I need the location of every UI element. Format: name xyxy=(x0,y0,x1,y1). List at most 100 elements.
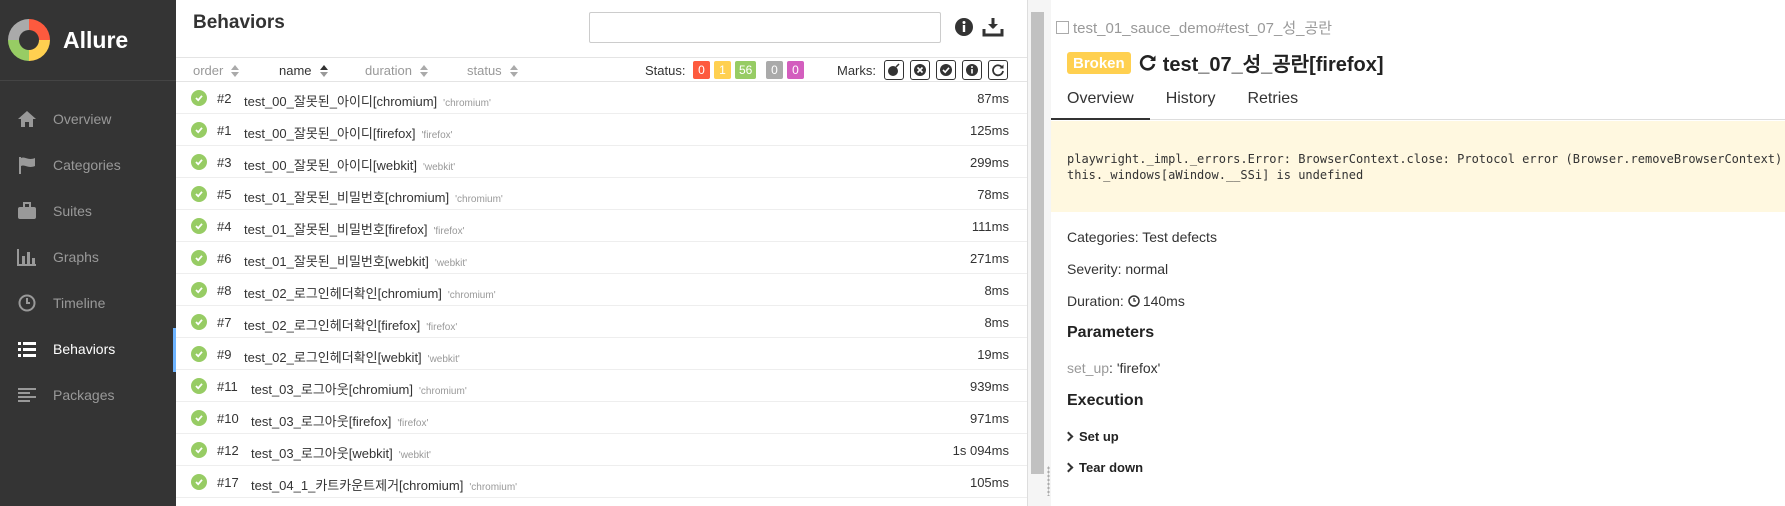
info-circle-icon[interactable] xyxy=(962,60,982,80)
passed-status-icon xyxy=(191,282,207,298)
breadcrumb[interactable]: test_01_sauce_demo#test_07_성_공란 xyxy=(1056,17,1332,38)
sort-name-label: name xyxy=(279,63,312,78)
row-title: test_03_로그아웃[chromium] 'chromium' xyxy=(251,379,467,398)
status-badge: Broken xyxy=(1067,51,1131,74)
tree-row[interactable]: #9 test_02_로그인헤더확인[webkit] 'webkit' 19ms xyxy=(176,338,1027,370)
row-duration: 299ms xyxy=(969,155,1009,170)
count-broken[interactable]: 1 xyxy=(714,61,731,79)
sidebar-item-label: Graphs xyxy=(53,249,99,265)
search-input[interactable] xyxy=(589,12,941,43)
row-duration: 105ms xyxy=(969,475,1009,490)
row-title: test_04_1_카트카운트제거[chromium] 'chromium' xyxy=(251,475,517,494)
passed-status-icon xyxy=(191,218,207,234)
passed-status-icon xyxy=(191,90,207,106)
clock-icon xyxy=(16,293,38,313)
sidebar-item-label: Timeline xyxy=(53,295,106,311)
row-title: test_01_잘못된_비밀번호[chromium] 'chromium' xyxy=(244,187,503,206)
tree-row[interactable]: #7 test_02_로그인헤더확인[firefox] 'firefox' 8ms xyxy=(176,306,1027,338)
tree-row[interactable]: #1 test_00_잘못된_아이디[firefox] 'firefox' 125ms xyxy=(176,114,1027,146)
tree-row[interactable]: #5 test_01_잘못된_비밀번호[chromium] 'chromium' 78… xyxy=(176,178,1027,210)
pane-splitter[interactable] xyxy=(1027,0,1051,506)
sort-order[interactable]: order xyxy=(193,63,240,78)
tree-row[interactable]: #6 test_01_잘못된_비밀번호[webkit] 'webkit' 271ms xyxy=(176,242,1027,274)
severity-line: Severity: normal xyxy=(1067,261,1168,277)
row-title: test_01_잘못된_비밀번호[firefox] 'firefox' xyxy=(244,219,465,238)
row-title: test_00_잘못된_아이디[webkit] 'webkit' xyxy=(244,155,455,174)
count-unknown[interactable]: 0 xyxy=(787,61,804,79)
sort-duration[interactable]: duration xyxy=(365,63,428,78)
sidebar-menu: Overview Categories Suites Graphs Timeli… xyxy=(0,81,176,418)
severity-value: normal xyxy=(1125,261,1169,277)
resize-grip-icon[interactable] xyxy=(1047,466,1050,496)
sidebar-item-overview[interactable]: Overview xyxy=(0,96,176,142)
sidebar-item-timeline[interactable]: Timeline xyxy=(0,280,176,326)
info-icon[interactable] xyxy=(953,16,975,38)
count-passed[interactable]: 56 xyxy=(735,61,757,79)
row-duration: 8ms xyxy=(984,283,1009,298)
brand[interactable]: Allure xyxy=(0,0,176,81)
row-order: #4 xyxy=(217,219,232,234)
sidebar-item-suites[interactable]: Suites xyxy=(0,188,176,234)
sort-name[interactable]: name xyxy=(279,63,328,78)
count-failed[interactable]: 0 xyxy=(693,61,710,79)
row-name: test_02_로그인헤더확인[chromium] xyxy=(244,286,442,301)
tab-retries[interactable]: Retries xyxy=(1231,82,1314,120)
row-order: #5 xyxy=(217,187,232,202)
list-icon xyxy=(16,339,38,359)
row-duration: 1s 094ms xyxy=(952,443,1009,458)
sidebar-item-categories[interactable]: Categories xyxy=(0,142,176,188)
parameter-value: 'firefox' xyxy=(1116,360,1161,376)
execution-setup[interactable]: Set up xyxy=(1063,429,1119,444)
tree-row[interactable]: #8 test_02_로그인헤더확인[chromium] 'chromium' 8ms xyxy=(176,274,1027,306)
sidebar: Allure Overview Categories Suites Graphs xyxy=(0,0,176,506)
tree-row[interactable]: #12 test_03_로그아웃[webkit] 'webkit' 1s 094ms xyxy=(176,434,1027,466)
parameters-heading: Parameters xyxy=(1067,324,1155,341)
passed-status-icon xyxy=(191,474,207,490)
row-order: #9 xyxy=(217,347,232,362)
check-circle-icon[interactable] xyxy=(936,60,956,80)
row-param: 'webkit' xyxy=(434,258,468,269)
row-name: test_02_로그인헤더확인[firefox] xyxy=(244,318,421,333)
row-param: 'chromium' xyxy=(443,98,491,109)
row-duration: 271ms xyxy=(969,251,1009,266)
scrollbar-thumb[interactable] xyxy=(1031,12,1044,474)
row-order: #12 xyxy=(217,443,239,458)
tree-row[interactable]: #17 test_04_1_카트카운트제거[chromium] 'chromium'… xyxy=(176,466,1027,498)
tree-row[interactable]: #11 test_03_로그아웃[chromium] 'chromium' 939ms xyxy=(176,370,1027,402)
sidebar-item-graphs[interactable]: Graphs xyxy=(0,234,176,280)
test-title-row: Broken test_07_성_공란[firefox] xyxy=(1067,48,1384,77)
row-name: test_01_잘못된_비밀번호[chromium] xyxy=(244,190,450,205)
count-skipped[interactable]: 0 xyxy=(766,61,783,79)
error-message: playwright._impl._errors.Error: BrowserC… xyxy=(1051,121,1785,212)
tree-row[interactable]: #3 test_00_잘못된_아이디[webkit] 'webkit' 299ms xyxy=(176,146,1027,178)
row-duration: 19ms xyxy=(977,347,1009,362)
refresh-icon[interactable] xyxy=(988,60,1008,80)
row-duration: 87ms xyxy=(977,91,1009,106)
row-order: #11 xyxy=(217,379,238,394)
passed-status-icon xyxy=(191,410,207,426)
row-order: #8 xyxy=(217,283,232,298)
page-title: Behaviors xyxy=(193,12,285,33)
tree-row[interactable]: #10 test_03_로그아웃[firefox] 'firefox' 971ms xyxy=(176,402,1027,434)
sort-status[interactable]: status xyxy=(467,63,518,78)
times-circle-icon[interactable] xyxy=(910,60,930,80)
row-duration: 78ms xyxy=(977,187,1009,202)
briefcase-icon xyxy=(16,201,38,221)
sidebar-item-packages[interactable]: Packages xyxy=(0,372,176,418)
copy-icon xyxy=(1056,21,1069,34)
row-name: test_02_로그인헤더확인[webkit] xyxy=(244,350,422,365)
tab-overview[interactable]: Overview xyxy=(1051,82,1150,120)
execution-teardown[interactable]: Tear down xyxy=(1063,460,1143,475)
tab-history[interactable]: History xyxy=(1150,82,1232,120)
tree-row[interactable]: #2 test_00_잘못된_아이디[chromium] 'chromium' 87m… xyxy=(176,82,1027,114)
row-title: test_02_로그인헤더확인[webkit] 'webkit' xyxy=(244,347,460,366)
row-name: test_01_잘못된_비밀번호[webkit] xyxy=(244,254,429,269)
categories-value[interactable]: Test defects xyxy=(1142,229,1217,245)
passed-status-icon xyxy=(191,154,207,170)
sort-arrows-icon xyxy=(509,64,518,77)
sidebar-item-behaviors[interactable]: Behaviors xyxy=(0,326,176,372)
test-result-pane: test_01_sauce_demo#test_07_성_공란 Broken t… xyxy=(1051,0,1785,506)
tree-row[interactable]: #4 test_01_잘못된_비밀번호[firefox] 'firefox' 111m… xyxy=(176,210,1027,242)
bomb-icon[interactable] xyxy=(884,60,904,80)
download-icon[interactable] xyxy=(982,16,1004,38)
